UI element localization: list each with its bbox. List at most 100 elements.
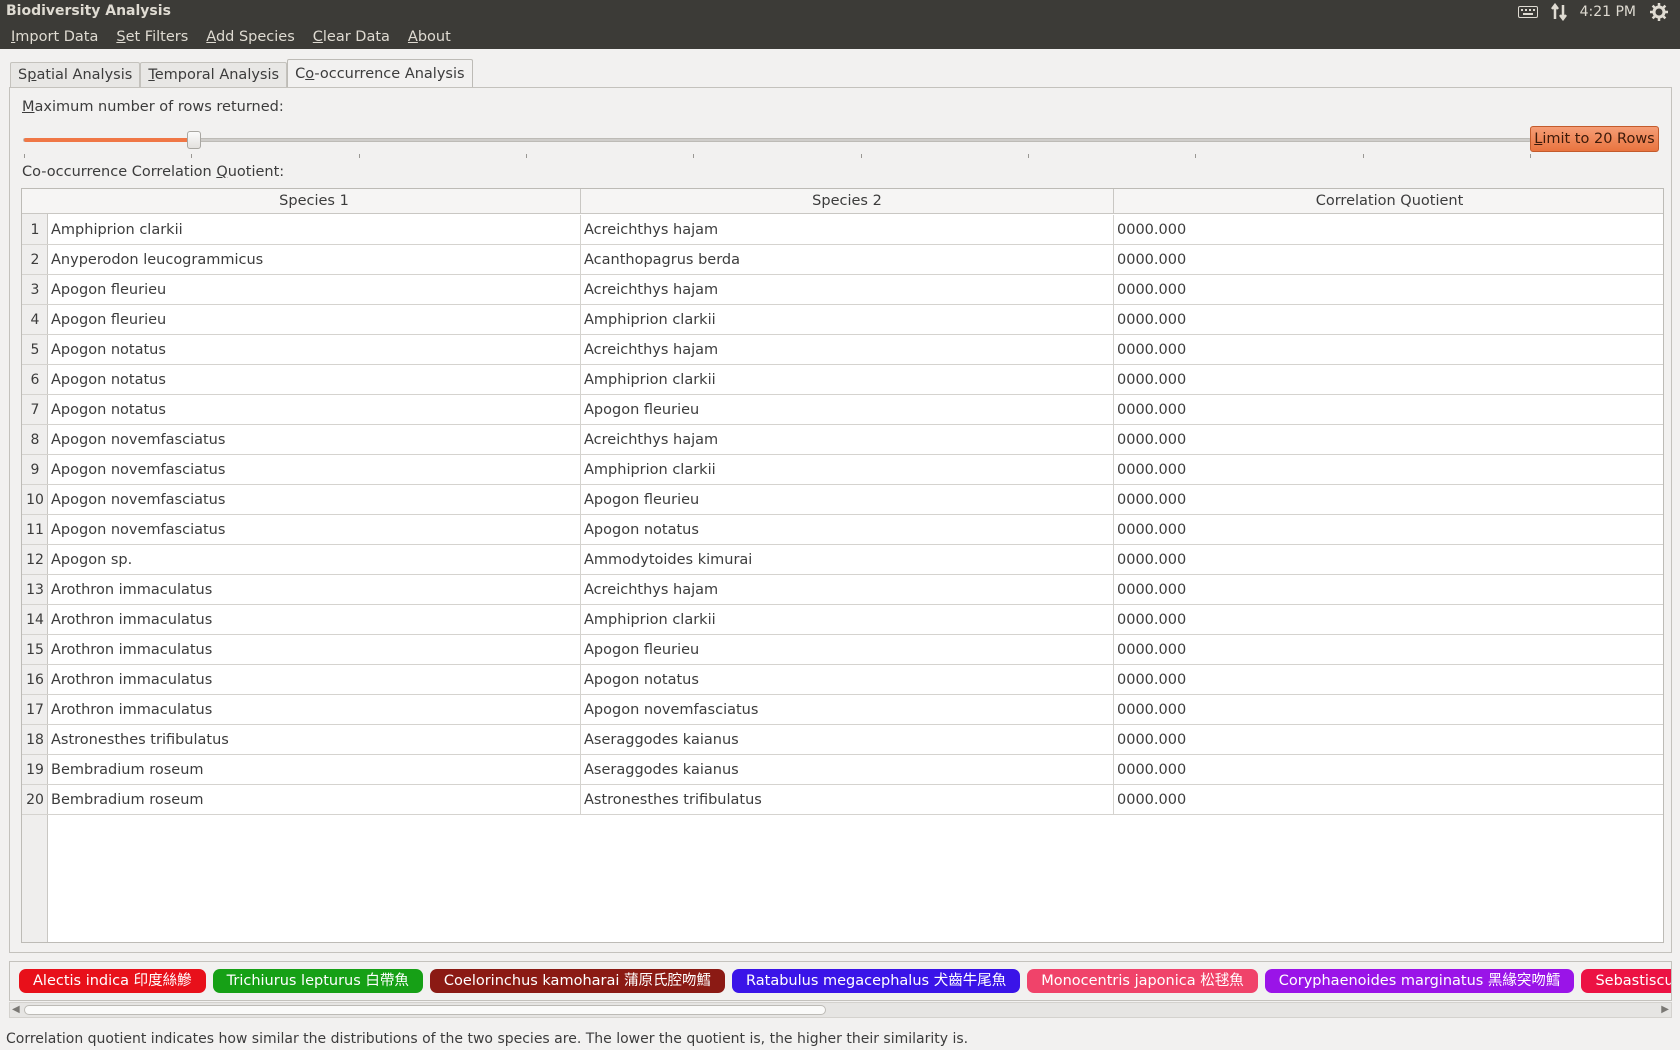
- species-1-cell: Arothron immaculatus: [48, 635, 581, 665]
- table-row[interactable]: 11 Apogon novemfasciatus Apogon notatus 000…: [22, 515, 1663, 545]
- tab-temporal-analysis[interactable]: Temporal Analysis: [140, 62, 288, 88]
- top-panel: Biodiversity Analysis 4:21 PM: [0, 0, 1680, 24]
- scrollbar-thumb[interactable]: [24, 1005, 826, 1015]
- slider-tick: [693, 154, 695, 158]
- table-row[interactable]: 4 Apogon fleurieu Amphiprion clarkii 0000.0…: [22, 305, 1663, 335]
- table-row[interactable]: 6 Apogon notatus Amphiprion clarkii 0000.00…: [22, 365, 1663, 395]
- header-correlation-quotient[interactable]: Correlation Quotient: [1114, 189, 1663, 214]
- species-chip[interactable]: Coryphaenoides marginatus 黑緣突吻鱈: [1264, 969, 1575, 993]
- row-number: 18: [26, 732, 44, 748]
- table-row[interactable]: 16 Arothron immaculatus Apogon notatus 0000…: [22, 665, 1663, 695]
- species-2-cell: Amphiprion clarkii: [581, 305, 1114, 335]
- slider-handle[interactable]: [187, 131, 202, 149]
- table-row[interactable]: 20 Bembradium roseum Astronesthes trifibul…: [22, 785, 1663, 815]
- limit-rows-button[interactable]: Limit to 20 Rows: [1530, 126, 1659, 152]
- table-row[interactable]: 2 Anyperodon leucogrammicus Acanthopagrus …: [22, 245, 1663, 275]
- slider-tick: [1195, 154, 1197, 158]
- correlation-quotient-cell: 0000.000: [1117, 702, 1187, 718]
- row-number: 10: [26, 492, 44, 508]
- menu-import-data[interactable]: Import Data: [11, 29, 98, 45]
- species-2-cell: Acreichthys hajam: [581, 215, 1114, 245]
- correlation-quotient-cell: 0000.000: [1117, 222, 1187, 238]
- species-1-cell: Amphiprion clarkii: [48, 215, 581, 245]
- species-2-cell: Amphiprion clarkii: [581, 365, 1114, 395]
- species-1-cell: Apogon notatus: [48, 365, 581, 395]
- row-number: 1: [30, 222, 40, 238]
- correlation-quotient-cell: 0000.000: [1117, 282, 1187, 298]
- species-1-cell: Bembradium roseum: [48, 755, 581, 785]
- species-2-cell: Acreichthys hajam: [581, 275, 1114, 305]
- correlation-quotient-cell: 0000.000: [1117, 402, 1187, 418]
- table-row[interactable]: 14 Arothron immaculatus Amphiprion clarkii…: [22, 605, 1663, 635]
- correlation-quotient-cell: 0000.000: [1117, 612, 1187, 628]
- species-1-cell: Apogon novemfasciatus: [48, 455, 581, 485]
- correlation-quotient-cell: 0000.000: [1117, 522, 1187, 538]
- max-rows-slider[interactable]: [23, 131, 1531, 149]
- species-chip[interactable]: Monocentris japonica 松毬魚: [1027, 969, 1258, 993]
- row-number: 9: [30, 462, 40, 478]
- species-chip[interactable]: Trichiurus lepturus 白帶魚: [212, 969, 423, 993]
- species-2-cell: Acreichthys hajam: [581, 425, 1114, 455]
- gear-icon[interactable]: [1650, 3, 1668, 21]
- scroll-left-icon[interactable]: ◀: [12, 1003, 20, 1017]
- menu-add-species[interactable]: Add Species: [206, 29, 295, 45]
- species-chip[interactable]: Alectis indica 印度絲鰺: [19, 969, 206, 993]
- species-2-cell: Acanthopagrus berda: [581, 245, 1114, 275]
- slider-tick: [1530, 154, 1531, 158]
- table-row[interactable]: 12 Apogon sp. Ammodytoides kimurai 0000.000: [22, 545, 1663, 575]
- table-row[interactable]: 18 Astronesthes trifibulatus Aseraggodes k…: [22, 725, 1663, 755]
- row-number: 12: [26, 552, 44, 568]
- header-species-2[interactable]: Species 2: [581, 189, 1114, 214]
- network-arrows-icon[interactable]: [1550, 3, 1568, 21]
- species-1-cell: Apogon novemfasciatus: [48, 425, 581, 455]
- scroll-right-icon[interactable]: ▶: [1661, 1003, 1669, 1017]
- row-number: 20: [26, 792, 44, 808]
- correlation-quotient-cell: 0000.000: [1117, 672, 1187, 688]
- tab-spatial-analysis[interactable]: Spatial Analysis: [10, 62, 141, 88]
- species-chip-row: Alectis indica 印度絲鰺 Trichiurus lepturus 白…: [19, 969, 1671, 993]
- menu-clear-data[interactable]: Clear Data: [313, 29, 390, 45]
- species-1-cell: Apogon notatus: [48, 395, 581, 425]
- species-2-cell: Apogon notatus: [581, 665, 1114, 695]
- correlation-quotient-cell: 0000.000: [1117, 582, 1187, 598]
- table-row[interactable]: 3 Apogon fleurieu Acreichthys hajam 0000.00…: [22, 275, 1663, 305]
- species-1-cell: Arothron immaculatus: [48, 665, 581, 695]
- max-rows-label: Maximum number of rows returned:: [22, 99, 284, 115]
- table-row[interactable]: 5 Apogon notatus Acreichthys hajam 0000.000: [22, 335, 1663, 365]
- species-chip[interactable]: Sebastiscus marmoratus: [1581, 969, 1671, 993]
- row-number: 14: [26, 612, 44, 628]
- menu-about[interactable]: About: [408, 29, 451, 45]
- slider-tick: [860, 154, 862, 158]
- row-number: 8: [30, 432, 40, 448]
- species-chip[interactable]: Ratabulus megacephalus 犬齒牛尾魚: [732, 969, 1021, 993]
- correlation-quotient-cell: 0000.000: [1117, 252, 1187, 268]
- table-row[interactable]: 9 Apogon novemfasciatus Amphiprion clarkii…: [22, 455, 1663, 485]
- species-chip[interactable]: Coelorinchus kamoharai 蒲原氏腔吻鱈: [429, 969, 726, 993]
- species-1-cell: Arothron immaculatus: [48, 695, 581, 725]
- table-row[interactable]: 10 Apogon novemfasciatus Apogon fleurieu 00…: [22, 485, 1663, 515]
- table-row[interactable]: 19 Bembradium roseum Aseraggodes kaianus 00…: [22, 755, 1663, 785]
- species-1-cell: Apogon notatus: [48, 335, 581, 365]
- row-number: 19: [26, 762, 44, 778]
- table-row[interactable]: 17 Arothron immaculatus Apogon novemfascia…: [22, 695, 1663, 725]
- table-row[interactable]: 1 Amphiprion clarkii Acreichthys hajam 0000…: [22, 215, 1663, 245]
- species-2-cell: Apogon fleurieu: [581, 485, 1114, 515]
- horizontal-scrollbar[interactable]: ◀ ▶: [9, 1002, 1672, 1018]
- tab-co-occurrence-analysis[interactable]: Co-occurrence Analysis: [287, 59, 473, 88]
- correlation-quotient-cell: 0000.000: [1117, 762, 1187, 778]
- table-header: Species 1 Species 2 Correlation Quotient: [22, 189, 1663, 214]
- table-row[interactable]: 13 Arothron immaculatus Acreichthys hajam 0…: [22, 575, 1663, 605]
- clock[interactable]: 4:21 PM: [1580, 4, 1636, 20]
- keyboard-icon[interactable]: [1517, 6, 1538, 18]
- table-row[interactable]: 8 Apogon novemfasciatus Acreichthys hajam 0…: [22, 425, 1663, 455]
- species-1-cell: Apogon novemfasciatus: [48, 515, 581, 545]
- slider-fill: [24, 138, 195, 142]
- menu-set-filters[interactable]: Set Filters: [116, 29, 188, 45]
- table-row[interactable]: 7 Apogon notatus Apogon fleurieu 0000.000: [22, 395, 1663, 425]
- header-species-1[interactable]: Species 1: [48, 189, 581, 214]
- slider-tick: [526, 154, 527, 158]
- co-occurrence-table[interactable]: Species 1 Species 2 Correlation Quotient…: [21, 188, 1664, 943]
- species-2-cell: Apogon novemfasciatus: [581, 695, 1114, 725]
- table-row[interactable]: 15 Arothron immaculatus Apogon fleurieu 000…: [22, 635, 1663, 665]
- species-1-cell: Apogon sp.: [48, 545, 581, 575]
